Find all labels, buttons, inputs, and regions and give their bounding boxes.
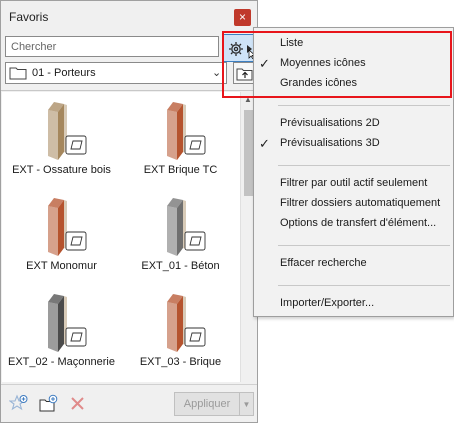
bottom-toolbar: Appliquer ▼ xyxy=(1,384,257,422)
menu-item[interactable]: Filtrer dossiers automatiquement xyxy=(254,194,453,214)
menu-item-label: Filtrer dossiers automatiquement xyxy=(280,197,441,209)
menu-item-label: Prévisualisations 2D xyxy=(280,117,380,129)
menu-separator xyxy=(278,285,450,286)
apply-dropdown-button[interactable]: ▼ xyxy=(240,392,254,416)
menu-item-label: Effacer recherche xyxy=(280,257,367,269)
menu-item[interactable]: Effacer recherche xyxy=(254,254,453,274)
chevron-down-icon: ⌄ xyxy=(212,67,222,79)
wall-preview-thumbnail xyxy=(48,294,87,352)
chevron-down-icon: ▼ xyxy=(242,400,251,409)
favorite-item-label: EXT_02 - Maçonnerie xyxy=(8,356,115,368)
annotation-highlight xyxy=(222,31,452,98)
menu-item[interactable]: Importer/Exporter... xyxy=(254,294,453,314)
close-icon: × xyxy=(238,10,246,24)
wall-preview-thumbnail xyxy=(48,102,87,160)
menu-item[interactable]: Filtrer par outil actif seulement xyxy=(254,174,453,194)
close-button[interactable]: × xyxy=(234,9,251,26)
folder-icon xyxy=(9,67,27,80)
apply-button[interactable]: Appliquer xyxy=(174,392,240,416)
palette-title: Favoris xyxy=(9,10,49,24)
favorite-item[interactable]: EXT_02 - Maçonnerie xyxy=(2,284,121,380)
favorite-item[interactable]: EXT_03 - Brique xyxy=(121,284,240,380)
wall-preview-thumbnail xyxy=(167,294,206,352)
menu-item-label: Filtrer par outil actif seulement xyxy=(280,177,428,189)
favorite-item-label: EXT_03 - Brique xyxy=(139,356,222,368)
menu-item[interactable]: Prévisualisations 2D xyxy=(254,114,453,134)
favorite-item[interactable]: EXT Brique TC xyxy=(121,92,240,188)
menu-separator xyxy=(278,105,450,106)
favorite-item[interactable]: EXT Monomur xyxy=(2,188,121,284)
favorite-item-label: EXT Brique TC xyxy=(143,164,218,176)
menu-item[interactable]: Options de transfert d'élément... xyxy=(254,214,453,234)
favorite-item-label: EXT - Ossature bois xyxy=(12,164,111,176)
menu-item-label: Prévisualisations 3D xyxy=(280,137,380,149)
menu-separator xyxy=(278,165,450,166)
new-favorite-star-icon[interactable] xyxy=(9,394,29,414)
wall-preview-thumbnail xyxy=(48,198,87,256)
favorites-palette: Favoris × 01 - Porteurs ⌄ EX xyxy=(0,0,258,423)
favorite-item[interactable]: EXT_01 - Béton xyxy=(121,188,240,284)
wall-preview-thumbnail xyxy=(167,198,206,256)
folder-select[interactable]: 01 - Porteurs ⌄ xyxy=(5,62,227,84)
wall-preview-thumbnail xyxy=(167,102,206,160)
favorites-grid: EXT - Ossature bois EXT Brique TC EXT Mono… xyxy=(2,92,240,382)
title-bar: Favoris × xyxy=(1,1,257,33)
scrollbar-thumb[interactable] xyxy=(244,110,253,196)
delete-icon[interactable] xyxy=(68,394,88,414)
menu-item-label: Options de transfert d'élément... xyxy=(280,217,437,229)
folder-select-value: 01 - Porteurs xyxy=(32,67,96,79)
menu-item-label: Importer/Exporter... xyxy=(280,297,375,309)
divider xyxy=(1,90,257,91)
menu-item[interactable]: ✓ Prévisualisations 3D xyxy=(254,134,453,154)
favorite-item[interactable]: EXT - Ossature bois xyxy=(2,92,121,188)
menu-separator xyxy=(278,245,450,246)
favorite-item-label: EXT_01 - Béton xyxy=(141,260,220,272)
new-folder-icon[interactable] xyxy=(39,394,59,414)
search-input[interactable] xyxy=(5,36,219,57)
checkmark-icon: ✓ xyxy=(259,136,270,151)
favorite-item-label: EXT Monomur xyxy=(26,260,97,272)
